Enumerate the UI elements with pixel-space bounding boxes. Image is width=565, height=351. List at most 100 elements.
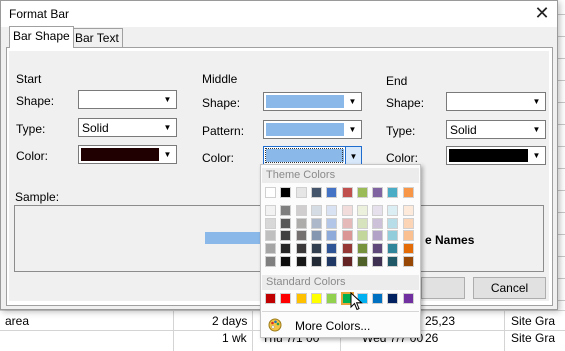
theme-shade-swatch[interactable]: [310, 243, 322, 255]
theme-shade-swatch[interactable]: [280, 255, 292, 267]
theme-shade-swatch[interactable]: [372, 217, 384, 229]
chevron-down-icon[interactable]: ▼: [528, 93, 545, 110]
ok-button[interactable]: [421, 277, 465, 299]
theme-shade-swatch[interactable]: [326, 243, 338, 255]
theme-color-swatch[interactable]: [402, 187, 414, 198]
theme-shade-swatch[interactable]: [402, 217, 414, 229]
theme-shade-swatch[interactable]: [295, 243, 307, 255]
cancel-button[interactable]: Cancel: [473, 277, 546, 299]
theme-shade-swatch[interactable]: [295, 205, 307, 216]
standard-color-swatch[interactable]: [402, 293, 414, 304]
theme-color-swatch[interactable]: [265, 187, 276, 198]
middle-shape-dropdown[interactable]: ▼: [263, 92, 362, 111]
end-type-dropdown[interactable]: Solid ▼: [446, 120, 546, 139]
start-shape-label: Shape:: [16, 94, 55, 108]
start-color-label: Color:: [16, 149, 49, 163]
theme-shade-swatch[interactable]: [341, 230, 353, 242]
theme-shade-swatch[interactable]: [310, 255, 322, 267]
middle-pattern-dropdown[interactable]: ▼: [263, 120, 362, 139]
theme-shade-swatch[interactable]: [326, 255, 338, 267]
standard-color-swatch[interactable]: [387, 293, 399, 304]
theme-shade-swatch[interactable]: [372, 230, 384, 242]
standard-color-swatch[interactable]: [295, 293, 307, 304]
chevron-down-icon[interactable]: ▼: [345, 146, 362, 165]
theme-shade-swatch[interactable]: [280, 205, 292, 216]
theme-shade-swatch[interactable]: [280, 230, 292, 242]
theme-shade-swatch[interactable]: [326, 205, 338, 216]
theme-shade-swatch[interactable]: [310, 217, 322, 229]
theme-shade-swatch[interactable]: [372, 243, 384, 255]
theme-color-swatch[interactable]: [326, 187, 338, 198]
chevron-down-icon[interactable]: ▼: [528, 147, 545, 164]
theme-color-swatch[interactable]: [295, 187, 307, 198]
theme-shade-swatch[interactable]: [265, 243, 276, 255]
theme-shade-swatch[interactable]: [310, 230, 322, 242]
standard-color-swatch[interactable]: [326, 293, 338, 304]
theme-shade-swatch[interactable]: [341, 243, 353, 255]
theme-shade-swatch[interactable]: [341, 217, 353, 229]
theme-shade-swatch[interactable]: [295, 230, 307, 242]
chevron-down-icon[interactable]: ▼: [159, 119, 176, 136]
chevron-down-icon[interactable]: ▼: [344, 93, 361, 110]
end-color-dropdown[interactable]: ▼: [446, 146, 546, 165]
theme-shade-swatch[interactable]: [280, 217, 292, 229]
theme-shade-swatch[interactable]: [295, 217, 307, 229]
start-shape-dropdown[interactable]: ▼: [78, 90, 177, 109]
theme-shade-swatch[interactable]: [402, 255, 414, 267]
theme-shade-swatch[interactable]: [372, 205, 384, 216]
theme-shade-swatch[interactable]: [341, 205, 353, 216]
theme-shade-swatch[interactable]: [326, 230, 338, 242]
dialog-titlebar[interactable]: Format Bar ✕: [1, 1, 557, 27]
theme-color-swatch[interactable]: [310, 187, 322, 198]
chevron-down-icon[interactable]: ▼: [159, 146, 176, 163]
theme-shade-swatch[interactable]: [280, 243, 292, 255]
task-predecessors: 26: [425, 331, 439, 345]
theme-shade-swatch[interactable]: [265, 205, 276, 216]
theme-shade-swatch[interactable]: [356, 230, 368, 242]
task-duration: 2 days: [212, 314, 248, 328]
theme-shade-swatch[interactable]: [372, 255, 384, 267]
start-type-dropdown[interactable]: Solid ▼: [78, 118, 177, 137]
standard-color-swatch[interactable]: [310, 293, 322, 304]
theme-shade-swatch[interactable]: [265, 255, 276, 267]
end-shape-dropdown[interactable]: ▼: [446, 92, 546, 111]
theme-shade-swatch[interactable]: [402, 205, 414, 216]
chevron-down-icon[interactable]: ▼: [344, 121, 361, 138]
middle-color-dropdown[interactable]: ▼: [263, 146, 362, 165]
theme-shade-swatch[interactable]: [356, 217, 368, 229]
theme-color-swatch[interactable]: [280, 187, 292, 198]
theme-shade-swatch[interactable]: [387, 230, 399, 242]
end-color-swatch: [449, 149, 534, 162]
theme-color-swatch[interactable]: [387, 187, 399, 198]
theme-shade-swatch[interactable]: [387, 243, 399, 255]
theme-color-swatch[interactable]: [356, 187, 368, 198]
theme-shade-swatch[interactable]: [265, 230, 276, 242]
theme-shade-swatch[interactable]: [387, 205, 399, 216]
chevron-down-icon[interactable]: ▼: [159, 91, 176, 108]
theme-color-swatch[interactable]: [341, 187, 353, 198]
tab-bar-text[interactable]: Bar Text: [71, 28, 123, 48]
close-icon[interactable]: ✕: [530, 2, 554, 26]
theme-shade-swatch[interactable]: [356, 243, 368, 255]
theme-shade-swatch[interactable]: [265, 217, 276, 229]
standard-color-swatch[interactable]: [280, 293, 292, 304]
theme-shade-swatch[interactable]: [387, 255, 399, 267]
theme-shade-swatch[interactable]: [326, 217, 338, 229]
color-picker-popup: Theme Colors Standard Colors More Colors…: [260, 164, 421, 338]
standard-color-swatch[interactable]: [372, 293, 384, 304]
theme-shade-swatch[interactable]: [387, 217, 399, 229]
theme-shade-swatch[interactable]: [356, 205, 368, 216]
theme-shade-swatch[interactable]: [295, 255, 307, 267]
theme-shade-swatch[interactable]: [310, 205, 322, 216]
theme-shade-swatch[interactable]: [341, 255, 353, 267]
standard-color-swatch[interactable]: [265, 293, 276, 304]
theme-shade-swatch[interactable]: [402, 243, 414, 255]
more-colors-item[interactable]: More Colors...: [262, 316, 419, 336]
chevron-down-icon[interactable]: ▼: [528, 121, 545, 138]
start-color-dropdown[interactable]: ▼: [78, 145, 177, 164]
theme-shade-swatch[interactable]: [356, 255, 368, 267]
tab-bar-shape[interactable]: Bar Shape: [9, 26, 74, 48]
middle-heading: Middle: [202, 72, 238, 86]
theme-color-swatch[interactable]: [372, 187, 384, 198]
theme-shade-swatch[interactable]: [402, 230, 414, 242]
